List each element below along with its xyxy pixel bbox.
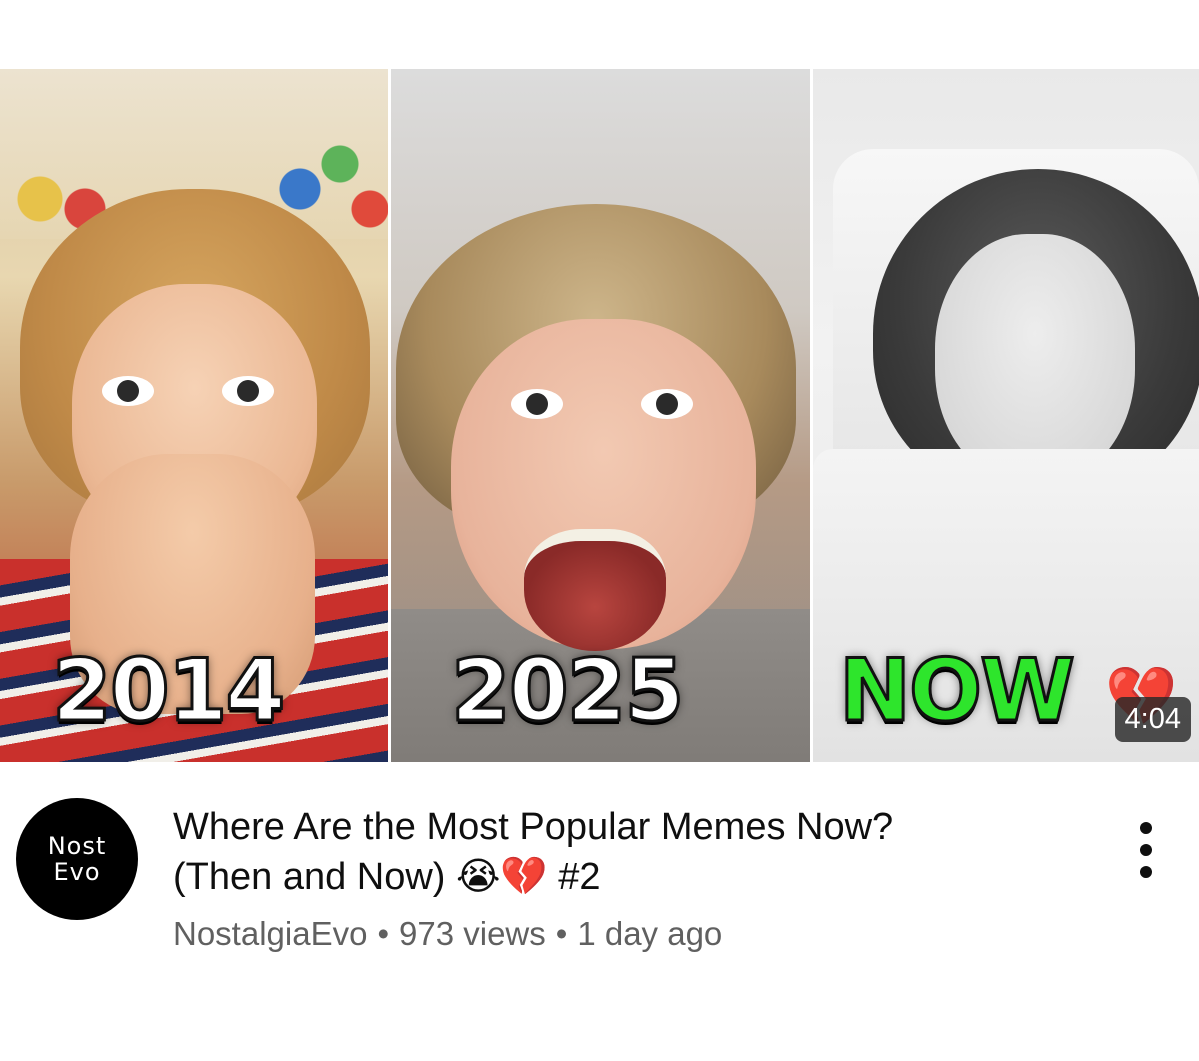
video-title[interactable]: Where Are the Most Popular Memes Now? (T…: [173, 802, 1073, 902]
more-vert-icon[interactable]: [1128, 822, 1164, 878]
now-label: NOW: [838, 641, 1077, 741]
video-title-line-2: (Then and Now) 😭💔 #2: [173, 856, 601, 898]
channel-name[interactable]: NostalgiaEvo: [173, 915, 367, 952]
eye-icon: [641, 389, 693, 419]
eye-icon: [102, 376, 154, 406]
open-mouth: [524, 529, 666, 651]
sleeping-face: [935, 234, 1135, 484]
menu-dot: [1140, 844, 1152, 856]
thumbnail-panel-2025: 2025: [391, 69, 810, 762]
thumbnail-panel-now: NOW 💔 4:04: [813, 69, 1199, 762]
video-card[interactable]: 2014 2025 NOW 💔 4:04 Nost Evo Where Are …: [0, 0, 1199, 1061]
eye-icon: [222, 376, 274, 406]
separator-dot: •: [377, 915, 390, 952]
thumbnail-panel-2014: 2014: [0, 69, 388, 762]
channel-avatar[interactable]: Nost Evo: [16, 798, 138, 920]
upload-age: 1 day ago: [577, 915, 723, 952]
year-label-2025: 2025: [449, 641, 685, 741]
avatar-text-line-1: Nost: [47, 832, 107, 860]
year-label-2014: 2014: [50, 641, 286, 741]
separator-dot: •: [555, 915, 568, 952]
video-title-line-1: Where Are the Most Popular Memes Now?: [173, 806, 894, 848]
duration-badge: 4:04: [1114, 697, 1191, 742]
menu-dot: [1140, 822, 1152, 834]
video-metadata: NostalgiaEvo • 973 views • 1 day ago: [173, 913, 722, 955]
eye-icon: [511, 389, 563, 419]
menu-dot: [1140, 866, 1152, 878]
video-thumbnail[interactable]: 2014 2025 NOW 💔 4:04: [0, 69, 1199, 762]
avatar-text-line-2: Evo: [53, 858, 101, 886]
view-count: 973 views: [399, 915, 546, 952]
